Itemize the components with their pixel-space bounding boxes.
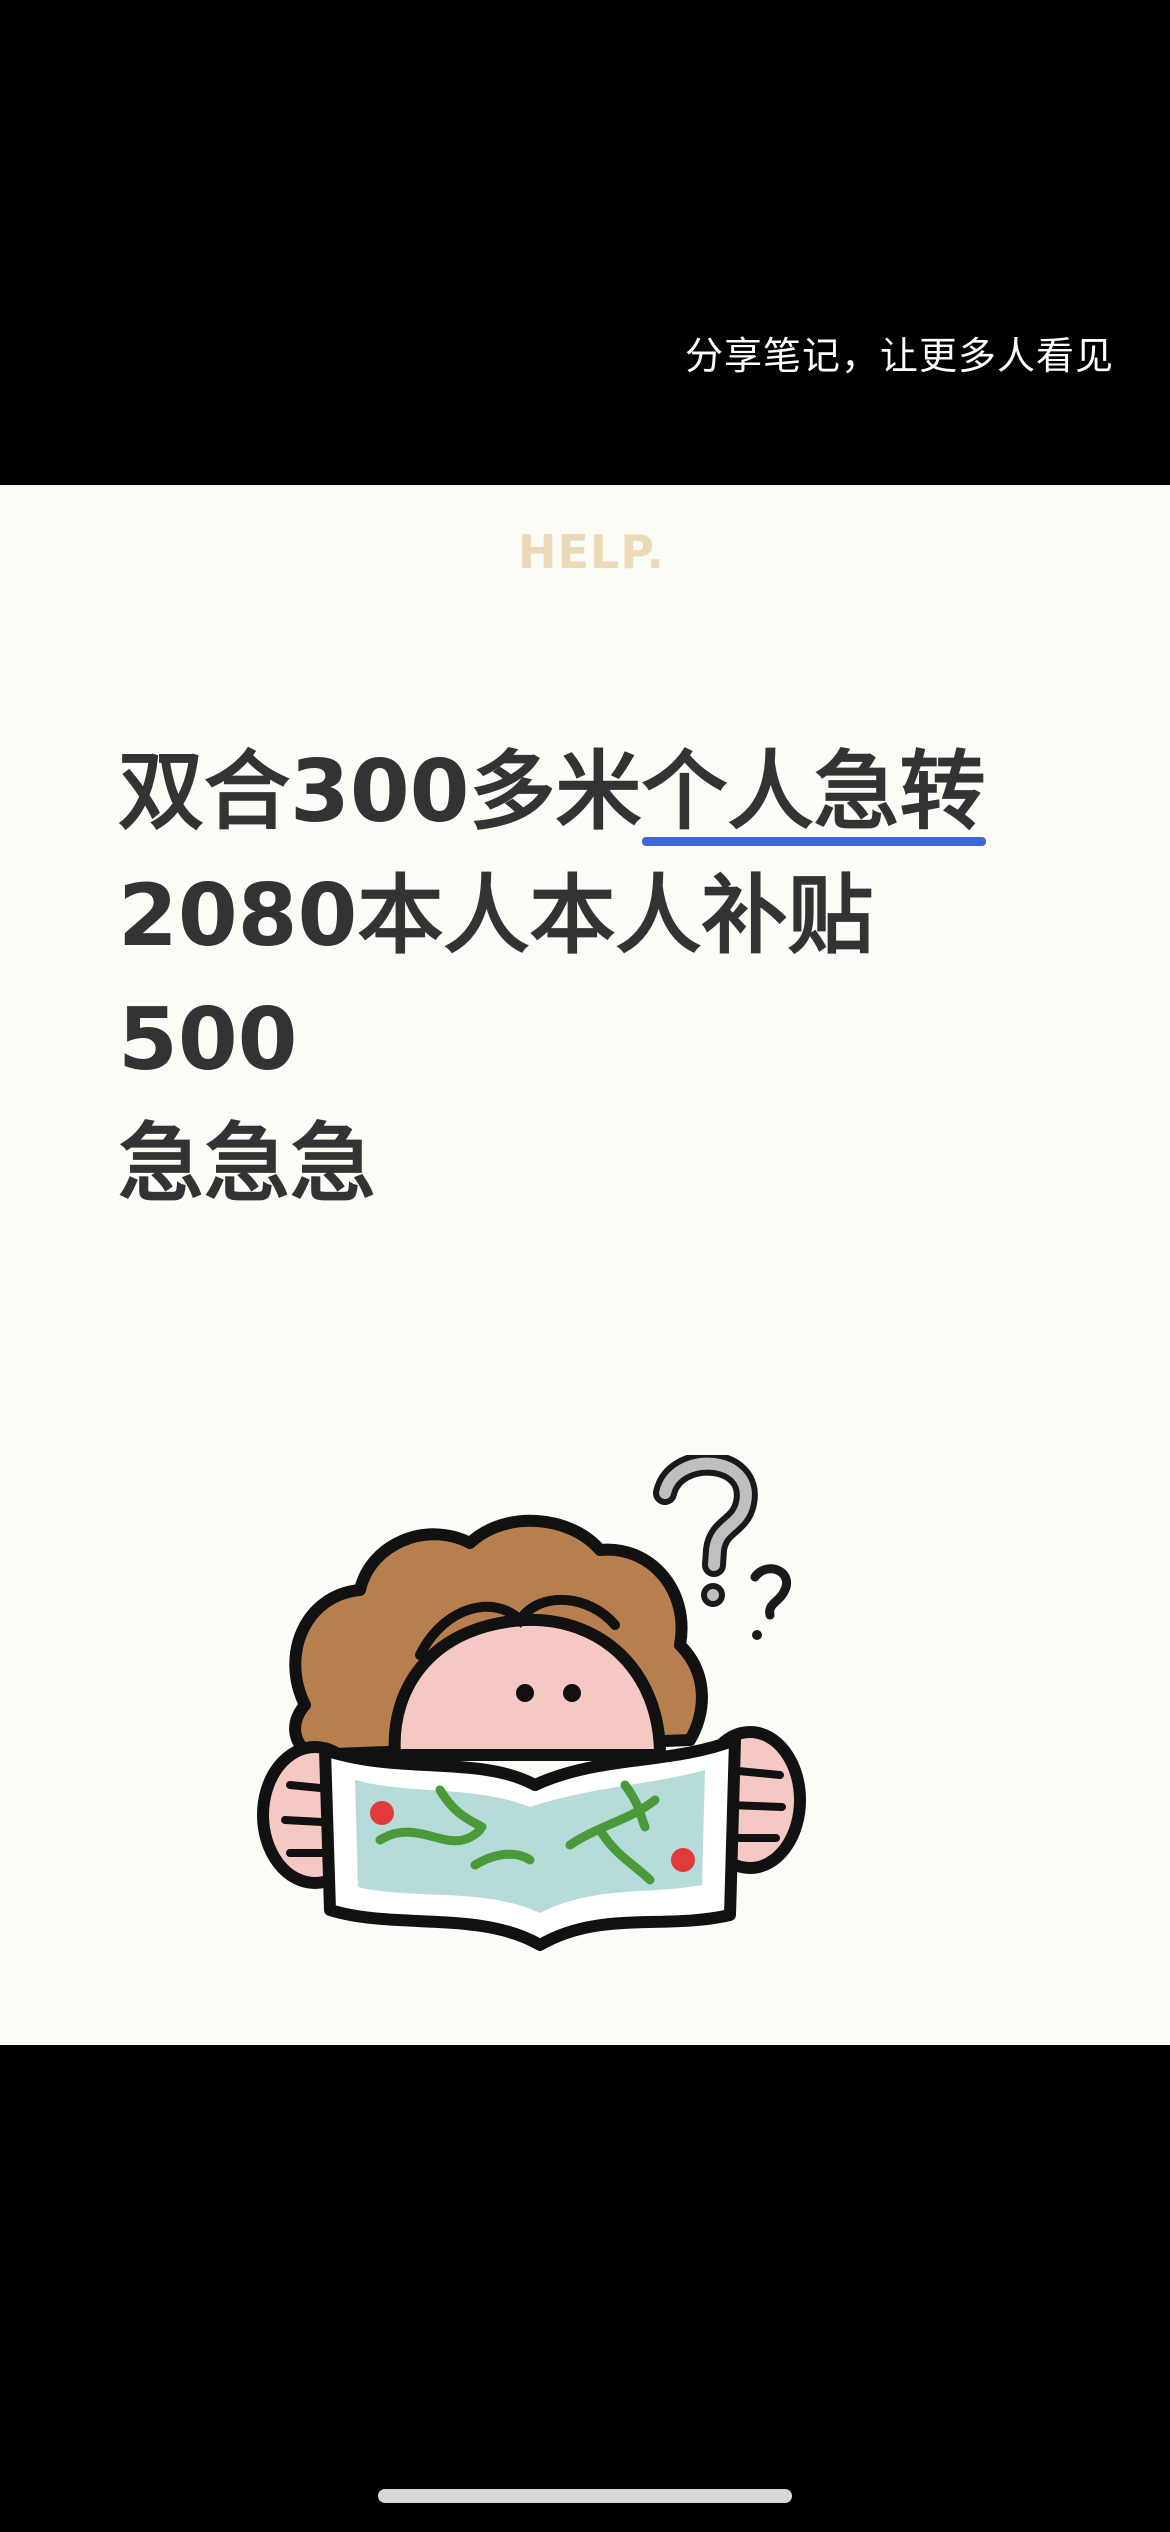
share-note-prompt[interactable]: 分享笔记，让更多人看见 — [685, 325, 1114, 380]
girl-reading-map-icon — [257, 1455, 806, 1951]
note-image-card[interactable]: HELP. 双合300多米个人急转 2080本人本人补贴 500 急急急 — [0, 485, 1170, 2045]
note-line-1: 双合300多米个人急转 — [118, 730, 1118, 854]
help-logo: HELP. — [518, 525, 665, 579]
note-line-2: 2080本人本人补贴 — [118, 866, 874, 966]
note-line-3: 500 — [118, 990, 298, 1090]
note-line-4: 急急急 — [118, 1114, 376, 1214]
note-body-text: 双合300多米个人急转 2080本人本人补贴 500 急急急 — [118, 730, 1118, 1226]
home-indicator[interactable] — [378, 2489, 792, 2503]
top-black-bar: 分享笔记，让更多人看见 — [0, 0, 1170, 485]
highlighted-text: 个人急转 — [641, 742, 986, 842]
bottom-black-bar — [0, 2045, 1170, 2532]
note-line-1-text: 双合300多米 — [118, 742, 642, 842]
